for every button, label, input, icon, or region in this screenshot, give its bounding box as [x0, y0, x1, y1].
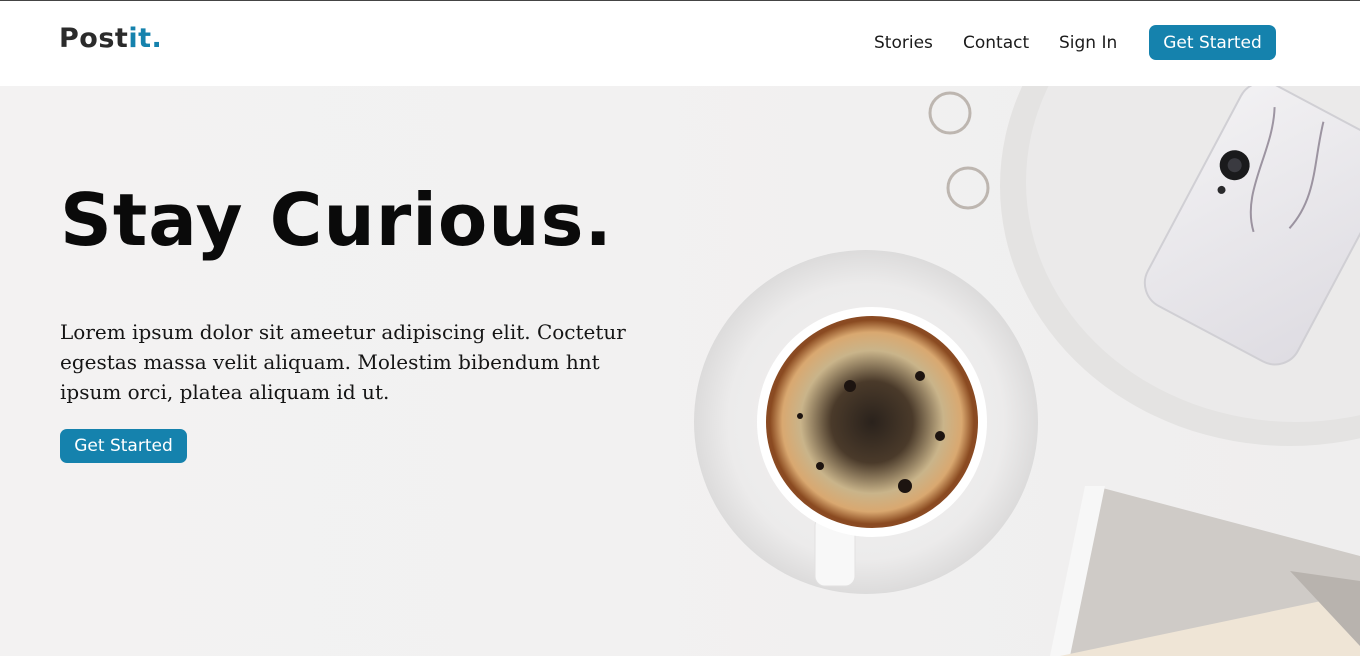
notebook: [1050, 486, 1360, 656]
hero-section: Stay Curious. Lorem ipsum dolor sit amee…: [0, 86, 1360, 656]
logo[interactable]: Postit.: [59, 23, 162, 54]
coffee-cup: [757, 307, 987, 537]
nav-link-contact[interactable]: Contact: [963, 33, 1029, 53]
hero-title: Stay Curious.: [60, 178, 613, 262]
navbar: Postit. Stories Contact Sign In Get Star…: [0, 1, 1360, 86]
logo-accent-text: it.: [128, 23, 163, 54]
get-started-button-nav[interactable]: Get Started: [1149, 25, 1276, 60]
hero-description: Lorem ipsum dolor sit ameetur adipiscing…: [60, 320, 626, 404]
logo-main-text: Post: [59, 23, 129, 54]
nav-link-sign-in[interactable]: Sign In: [1059, 33, 1117, 53]
rings: [928, 91, 990, 210]
nav-link-stories[interactable]: Stories: [874, 33, 933, 53]
get-started-button-hero[interactable]: Get Started: [60, 429, 187, 463]
